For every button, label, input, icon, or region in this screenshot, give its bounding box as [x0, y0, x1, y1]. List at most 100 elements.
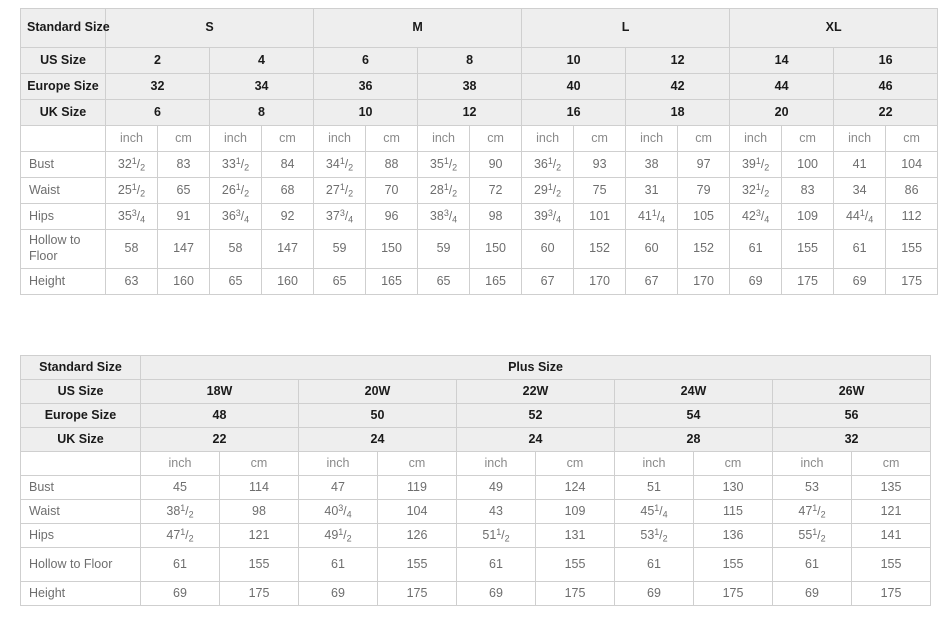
measurement-value: 491/2 [298, 523, 378, 548]
unit-header-inch: inch [313, 125, 367, 152]
measurement-value: 69 [614, 581, 694, 606]
measurement-value: 152 [677, 229, 731, 269]
measurement-value: 271/2 [313, 177, 367, 204]
row-header-europe-size: Europe Size [20, 73, 106, 100]
measurement-value: 150 [365, 229, 419, 269]
uk-size-cell: 18 [625, 99, 731, 126]
measurement-value: 361/2 [521, 151, 575, 178]
uk-size-cell: 24 [456, 427, 615, 452]
size-group-xl: XL [729, 8, 939, 48]
measurement-value: 423/4 [729, 203, 783, 230]
unit-header-cm: cm [365, 125, 419, 152]
standard-size-table: Standard Size S M L XL US Size 2 4 6 8 1… [20, 8, 939, 295]
uk-size-cell: 8 [208, 99, 315, 126]
measurement-value: 90 [469, 151, 523, 178]
measurement-value: 471/2 [140, 523, 220, 548]
europe-size-cell: 54 [614, 403, 773, 428]
measurement-value: 170 [573, 268, 627, 295]
us-size-cell: 22W [456, 379, 615, 404]
measurement-value: 155 [535, 547, 615, 582]
uk-size-cell: 6 [105, 99, 210, 126]
fraction-value: 471/2 [798, 502, 826, 520]
plus-size-group-label: Plus Size [139, 355, 932, 380]
measurement-value: 83 [781, 177, 835, 204]
measurement-value: 69 [140, 581, 220, 606]
measurement-row: Hollow to Floor 61 155 61 155 61 155 61 155 61 155 [20, 547, 932, 582]
measurement-value: 155 [377, 547, 457, 582]
measurement-value: 175 [693, 581, 773, 606]
europe-size-cell: 46 [833, 73, 939, 100]
measurement-value: 150 [469, 229, 523, 269]
measurement-label: Bust [20, 475, 141, 500]
unit-header-cm: cm [850, 451, 932, 476]
europe-size-cell: 40 [521, 73, 627, 100]
unit-header-inch: inch [729, 125, 783, 152]
europe-size-cell: 34 [208, 73, 315, 100]
measurement-row: Hips 471/2 121 491/2 126 511/2 131 531/2 136 551/… [20, 523, 932, 548]
measurement-value: 141 [850, 523, 932, 548]
us-size-cell: 10 [521, 47, 627, 74]
row-header-standard-size: Standard Size [20, 355, 141, 380]
row-header-europe-size: Europe Size [20, 403, 141, 428]
unit-header-cm: cm [260, 125, 315, 152]
fraction-value: 361/2 [533, 155, 562, 173]
unit-header-cm: cm [677, 125, 731, 152]
measurement-label: Waist [20, 499, 141, 524]
measurement-value: 60 [521, 229, 575, 269]
measurement-value: 135 [850, 475, 932, 500]
measurement-value: 131 [535, 523, 615, 548]
measurement-value: 331/2 [209, 151, 262, 178]
measurement-value: 383/4 [417, 203, 471, 230]
measurement-value: 136 [693, 523, 773, 548]
unit-header-inch: inch [625, 125, 679, 152]
measurement-value: 175 [781, 268, 835, 295]
standard-size-table-body: Standard Size S M L XL US Size 2 4 6 8 1… [20, 8, 939, 152]
uk-size-cell: 10 [313, 99, 419, 126]
measurement-value: 38 [625, 151, 679, 178]
measurement-value: 49 [456, 475, 536, 500]
fraction-value: 353/4 [117, 207, 146, 225]
measurement-value: 155 [850, 547, 932, 582]
us-size-row: US Size 2 4 6 8 10 12 14 16 [20, 47, 939, 74]
measurement-value: 69 [833, 268, 887, 295]
measurement-value: 121 [850, 499, 932, 524]
unit-header-cm: cm [377, 451, 457, 476]
measurement-value: 104 [377, 499, 457, 524]
measurement-value: 93 [573, 151, 627, 178]
measurement-value: 41 [833, 151, 887, 178]
measurement-value: 51 [614, 475, 694, 500]
us-size-cell: 8 [417, 47, 523, 74]
uk-size-cell: 20 [729, 99, 835, 126]
measurement-value: 381/2 [140, 499, 220, 524]
uk-size-cell: 28 [614, 427, 773, 452]
europe-size-cell: 52 [456, 403, 615, 428]
measurement-value: 126 [377, 523, 457, 548]
measurement-value: 45 [140, 475, 220, 500]
measurement-rows: Bust 45 114 47 119 49 124 51 130 53 135 Waist 381/2 9… [20, 475, 932, 606]
uk-size-cell: 22 [140, 427, 299, 452]
unit-header-inch: inch [298, 451, 378, 476]
measurement-value: 155 [885, 229, 939, 269]
measurement-value: 403/4 [298, 499, 378, 524]
uk-size-cell: 32 [771, 427, 932, 452]
measurement-value: 353/4 [105, 203, 158, 230]
measurement-value: 86 [885, 177, 939, 204]
measurement-value: 165 [365, 268, 419, 295]
fraction-value: 321/2 [117, 155, 146, 173]
unit-row-blank-cell [20, 125, 106, 152]
measurement-value: 69 [729, 268, 783, 295]
measurement-label: Hollow to Floor [20, 547, 141, 582]
measurement-value: 98 [219, 499, 299, 524]
measurement-value: 65 [209, 268, 262, 295]
measurement-value: 67 [521, 268, 575, 295]
measurement-row: Hollow to Floor 58 147 58 147 59 150 59 150 60 152… [20, 229, 939, 269]
fraction-value: 291/2 [533, 181, 562, 199]
europe-size-row: Europe Size 48 50 52 54 56 [20, 403, 932, 428]
measurement-value: 175 [850, 581, 932, 606]
measurement-label: Hips [20, 203, 106, 230]
unit-header-cm: cm [573, 125, 627, 152]
fraction-value: 261/2 [221, 181, 250, 199]
standard-size-row: Standard Size S M L XL [20, 8, 939, 48]
measurement-value: 321/2 [729, 177, 783, 204]
uk-size-row: UK Size 6 8 10 12 16 18 20 22 [20, 99, 939, 126]
